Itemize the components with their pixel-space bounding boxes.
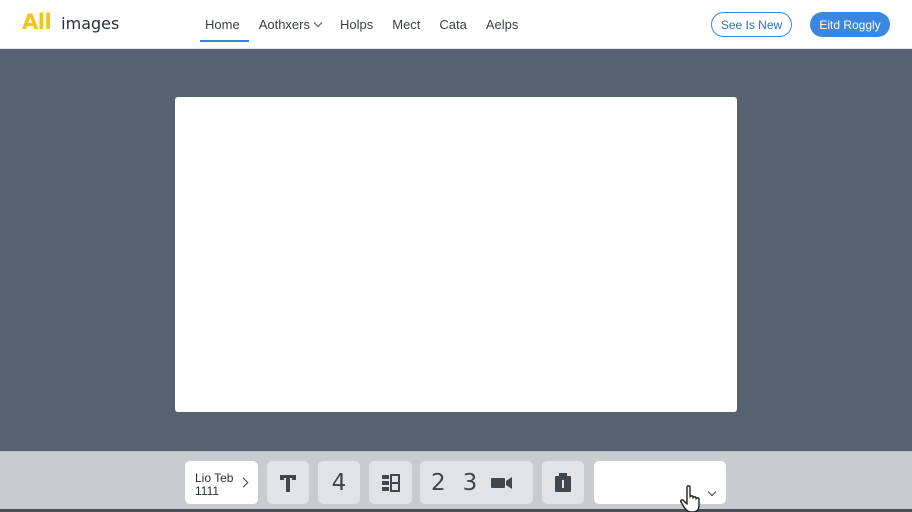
nav-item-label: Aothxers: [258, 16, 310, 32]
logo-mark: All: [22, 10, 52, 34]
hammer-icon: [280, 474, 296, 492]
nav-item-aothxers[interactable]: Aothxers: [250, 0, 330, 48]
layers-icon: [381, 473, 400, 492]
tab-selector[interactable]: Lio Teb 1111: [185, 461, 258, 504]
numeric-tool-group: 2 3: [420, 461, 533, 504]
see-is-new-button[interactable]: See Is New: [711, 12, 792, 37]
logo-text: images: [61, 14, 120, 33]
hand-pointer-cursor-icon: [680, 485, 700, 512]
tab-label-line-2: 1111: [195, 484, 220, 498]
video-camera-icon[interactable]: [491, 476, 513, 490]
image-canvas[interactable]: [175, 97, 737, 412]
number-4-button[interactable]: 4: [318, 461, 360, 504]
nav-item-aelps[interactable]: Aelps: [477, 0, 528, 48]
nav-item-label: Home: [205, 16, 240, 32]
layers-tool-button[interactable]: [369, 461, 412, 504]
nav-item-label: Mect: [392, 16, 421, 32]
trash-icon: [555, 472, 571, 492]
bottom-toolbar: Lio Teb 1111 4 2 3: [0, 451, 912, 509]
logo[interactable]: All images: [22, 10, 119, 34]
tab-selector-label: Lio Teb 1111: [195, 472, 233, 498]
chevron-right-icon: [238, 477, 249, 488]
nav-item-cata[interactable]: Cata: [430, 0, 475, 48]
nav-item-holps[interactable]: Holps: [331, 0, 382, 48]
delete-tool-button[interactable]: [542, 461, 584, 504]
hammer-tool-button[interactable]: [267, 461, 309, 504]
nav-item-label: Holps: [340, 16, 374, 32]
number-label: 4: [331, 469, 347, 496]
main-nav: Home Aothxers Holps Mect Cata Aelps: [196, 0, 528, 48]
number-3-button[interactable]: 3: [463, 470, 478, 496]
nav-item-label: Aelps: [485, 16, 519, 32]
nav-item-label: Cata: [439, 16, 467, 32]
nav-item-home[interactable]: Home: [196, 0, 249, 48]
chevron-down-icon: [313, 18, 323, 27]
top-navigation-bar: All images Home Aothxers Holps Mect Cata…: [0, 0, 912, 49]
nav-item-mect[interactable]: Mect: [383, 0, 429, 48]
number-2-button[interactable]: 2: [431, 470, 446, 496]
primary-action-button[interactable]: Eitd Roggly: [810, 12, 890, 37]
chevron-down-icon: [707, 487, 717, 497]
